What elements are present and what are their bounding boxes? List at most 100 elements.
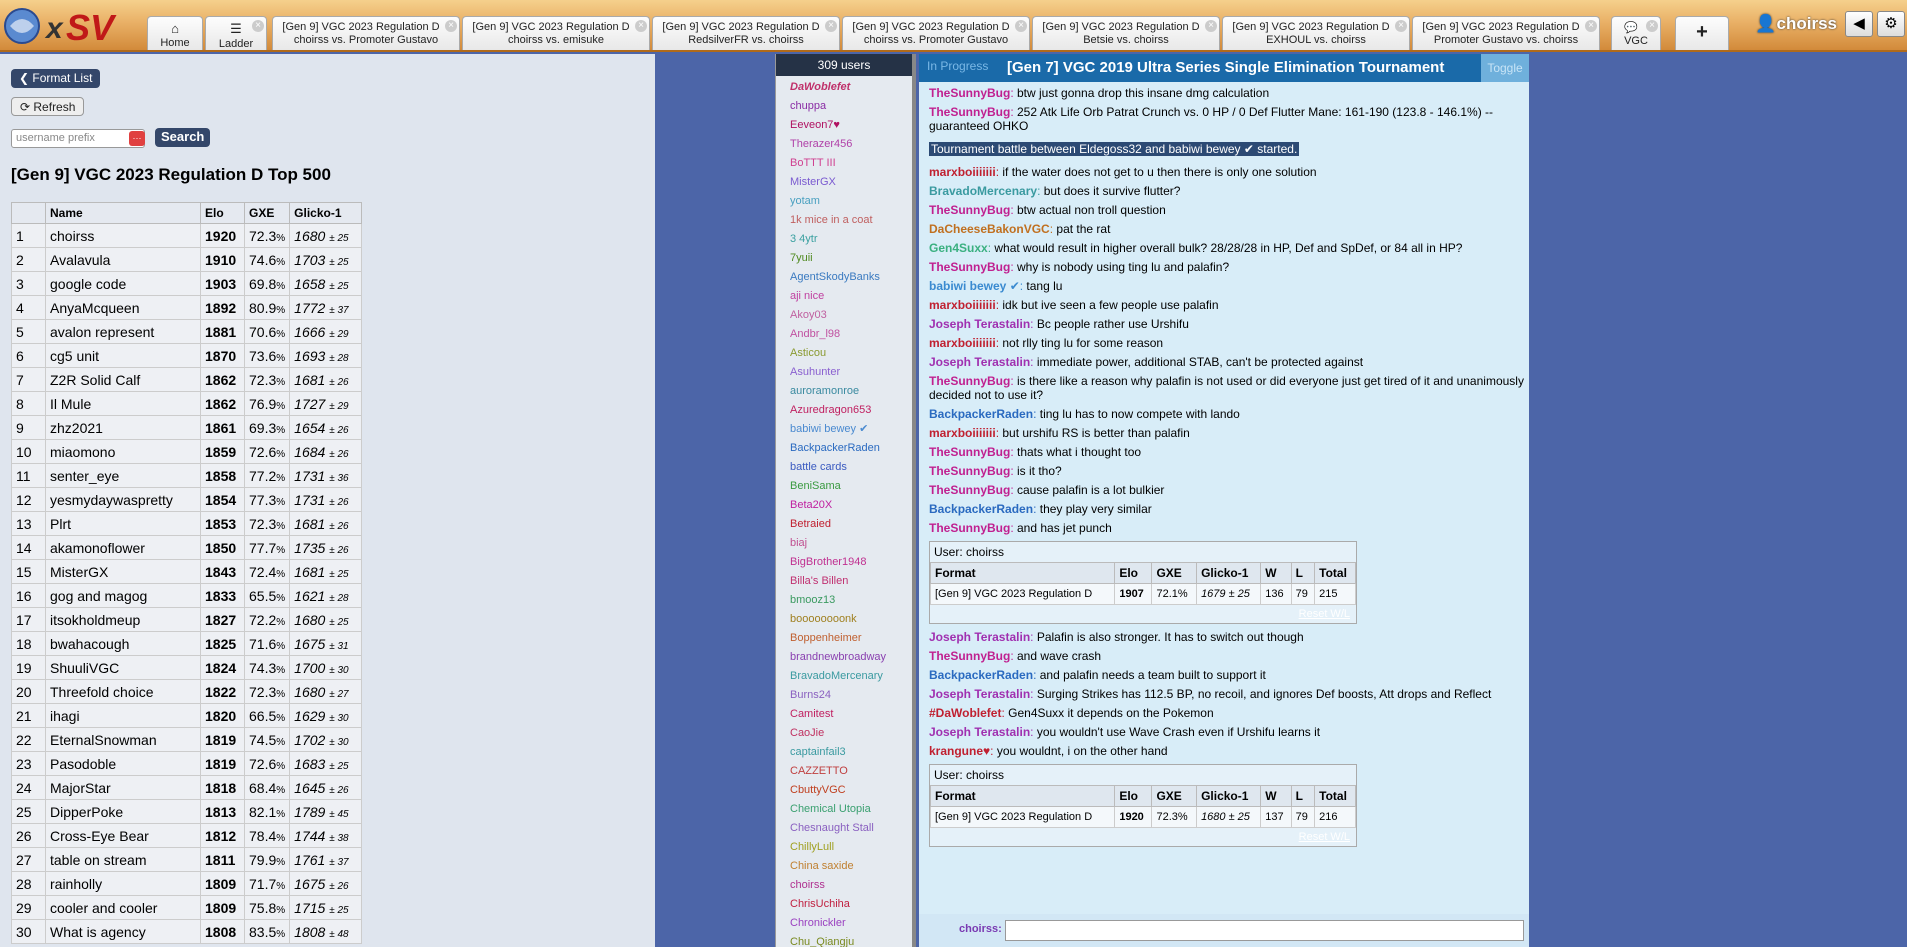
user-list-item[interactable]: Chronickler — [776, 914, 912, 933]
message-author[interactable]: marxboiiiiiii — [929, 298, 996, 312]
user-list-item[interactable]: Therazer456 — [776, 135, 912, 154]
close-icon[interactable]: × — [1395, 20, 1407, 32]
player-name[interactable]: Il Mule — [45, 391, 201, 416]
player-name[interactable]: senter_eye — [45, 463, 201, 488]
tab-9[interactable]: 💬 VGC × — [1611, 16, 1661, 50]
close-icon[interactable]: × — [635, 20, 647, 32]
user-list-item[interactable]: Akoy03 — [776, 306, 912, 325]
tab-8[interactable]: [Gen 9] VGC 2023 Regulation D Promoter Gu… — [1412, 16, 1600, 50]
player-name[interactable]: Z2R Solid Calf — [45, 367, 201, 392]
player-name[interactable]: ihagi — [45, 703, 201, 728]
search-button[interactable]: Search — [155, 128, 211, 147]
user-list-item[interactable]: captainfail3 — [776, 743, 912, 762]
player-name[interactable]: itsokholdmeup — [45, 607, 201, 632]
user-list-item[interactable]: yotam — [776, 192, 912, 211]
sound-button[interactable]: ◀ — [1845, 11, 1873, 37]
player-name[interactable]: MajorStar — [45, 775, 201, 800]
message-author[interactable]: marxboiiiiiii — [929, 426, 996, 440]
user-list-item[interactable]: choirss — [776, 876, 912, 895]
player-name[interactable]: Threefold choice — [45, 679, 201, 704]
player-name[interactable]: table on stream — [45, 847, 201, 872]
user-list-item[interactable]: Andbr_l98 — [776, 325, 912, 344]
message-author[interactable]: TheSunnyBug — [929, 649, 1010, 663]
message-author[interactable]: marxboiiiiiii — [929, 336, 996, 350]
user-list-item[interactable]: biaj — [776, 534, 912, 553]
player-name[interactable]: DipperPoke — [45, 799, 201, 824]
player-name[interactable]: google code — [45, 271, 201, 296]
close-icon[interactable]: × — [445, 20, 457, 32]
settings-button[interactable]: ⚙ — [1877, 11, 1905, 37]
message-author[interactable]: Joseph Terastalin — [929, 725, 1030, 739]
close-icon[interactable]: × — [825, 20, 837, 32]
tab-5[interactable]: [Gen 9] VGC 2023 Regulation Dchoirss vs.… — [842, 16, 1030, 50]
message-author[interactable]: TheSunnyBug — [929, 464, 1010, 478]
message-author[interactable]: babiwi bewey ✔ — [929, 279, 1020, 293]
message-author[interactable]: TheSunnyBug — [929, 203, 1010, 217]
message-author[interactable]: TheSunnyBug — [929, 105, 1010, 119]
user-count[interactable]: 309 users — [776, 54, 912, 76]
user-list-item[interactable]: Asuhunter — [776, 363, 912, 382]
user-menu[interactable]: 👤choirss — [1755, 14, 1837, 34]
tab-3[interactable]: [Gen 9] VGC 2023 Regulation Dchoirss vs.… — [462, 16, 650, 50]
message-author[interactable]: Joseph Terastalin — [929, 355, 1030, 369]
user-list-item[interactable]: Beta20X — [776, 496, 912, 515]
close-icon[interactable]: × — [1205, 20, 1217, 32]
user-list-item[interactable]: Chesnaught Stall — [776, 819, 912, 838]
user-list-item[interactable]: Boppenheimer — [776, 629, 912, 648]
user-list-item[interactable]: BackpackerRaden — [776, 439, 912, 458]
message-author[interactable]: TheSunnyBug — [929, 374, 1010, 388]
tab-4[interactable]: [Gen 9] VGC 2023 Regulation D RedsilverFR… — [652, 16, 840, 50]
message-author[interactable]: BackpackerRaden — [929, 502, 1033, 516]
format-list-button[interactable]: ❮ Format List — [11, 69, 101, 88]
player-name[interactable]: cooler and cooler — [45, 895, 201, 920]
close-icon[interactable]: × — [1585, 20, 1597, 32]
player-name[interactable]: zhz2021 — [45, 415, 201, 440]
username-search-input[interactable]: username prefix — [11, 129, 145, 148]
user-list-item[interactable]: China saxide — [776, 857, 912, 876]
user-list-item[interactable]: CAZZETTO — [776, 762, 912, 781]
user-list-item[interactable]: bmooz13 — [776, 591, 912, 610]
user-list-item[interactable]: babiwi bewey ✔ — [776, 420, 912, 439]
user-list-item[interactable]: chuppa — [776, 97, 912, 116]
refresh-button[interactable]: ⟳ Refresh — [11, 97, 85, 116]
user-list-item[interactable]: Burns24 — [776, 686, 912, 705]
toggle-button[interactable]: Toggle — [1481, 54, 1529, 82]
close-icon[interactable]: × — [1646, 20, 1658, 32]
message-author[interactable]: TheSunnyBug — [929, 86, 1010, 100]
user-list-item[interactable]: BigBrother1948 — [776, 553, 912, 572]
user-list-item[interactable]: Asticou — [776, 344, 912, 363]
tab-6[interactable]: [Gen 9] VGC 2023 Regulation D Betsie vs. … — [1032, 16, 1220, 50]
message-author[interactable]: Joseph Terastalin — [929, 687, 1030, 701]
user-list-item[interactable]: auroramonroe — [776, 382, 912, 401]
user-list-item[interactable]: Azuredragon653 — [776, 401, 912, 420]
player-name[interactable]: miaomono — [45, 439, 201, 464]
user-list-item[interactable]: Billa's Billen — [776, 572, 912, 591]
message-author[interactable]: Gen4Suxx — [929, 241, 988, 255]
user-list-item[interactable]: BoTTT III — [776, 154, 912, 173]
user-list-item[interactable]: brandnewbroadway — [776, 648, 912, 667]
player-name[interactable]: akamonoflower — [45, 535, 201, 560]
user-list-item[interactable]: boooooooonk — [776, 610, 912, 629]
user-list-item[interactable]: aji nice — [776, 287, 912, 306]
tab-1[interactable]: ☰ Ladder × — [205, 16, 267, 50]
message-author[interactable]: TheSunnyBug — [929, 260, 1010, 274]
tab-2[interactable]: [Gen 9] VGC 2023 Regulation Dchoirss vs.… — [272, 16, 460, 50]
user-list-item[interactable]: BravadoMercenary — [776, 667, 912, 686]
more-icon[interactable]: ··· — [129, 131, 145, 146]
message-author[interactable]: BackpackerRaden — [929, 668, 1033, 682]
player-name[interactable]: AnyaMcqueen — [45, 295, 201, 320]
player-name[interactable]: EternalSnowman — [45, 727, 201, 752]
user-list-item[interactable]: MisterGX — [776, 173, 912, 192]
user-list-item[interactable]: Chu_Qiangju — [776, 933, 912, 947]
tab-0[interactable]: ⌂ Home — [147, 16, 203, 50]
user-list-item[interactable]: Chemical Utopia — [776, 800, 912, 819]
player-name[interactable]: cg5 unit — [45, 343, 201, 368]
user-list-item[interactable]: ChrisUchiha — [776, 895, 912, 914]
player-name[interactable]: avalon represent — [45, 319, 201, 344]
player-name[interactable]: ShuuliVGC — [45, 655, 201, 680]
message-author[interactable]: TheSunnyBug — [929, 483, 1010, 497]
message-author[interactable]: DaCheeseBakonVGC — [929, 222, 1050, 236]
player-name[interactable]: rainholly — [45, 871, 201, 896]
user-list-item[interactable]: CaoJie — [776, 724, 912, 743]
user-list-item[interactable]: Betraied — [776, 515, 912, 534]
